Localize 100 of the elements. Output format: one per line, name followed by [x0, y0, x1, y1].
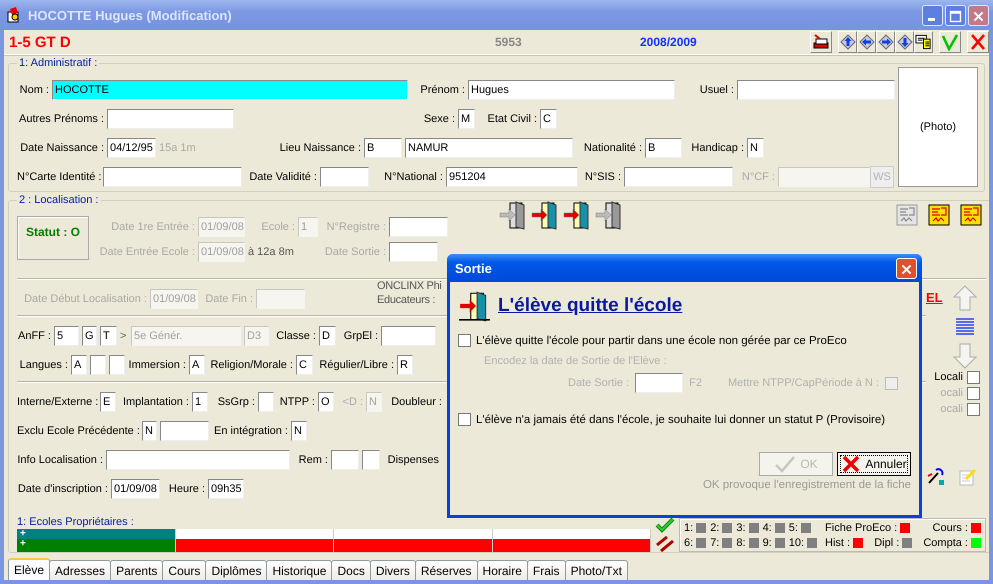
text-field[interactable]: E — [100, 392, 116, 412]
text-field[interactable]: 5 — [54, 326, 79, 346]
text-field[interactable]: D — [319, 326, 336, 346]
checkbox[interactable] — [967, 370, 980, 384]
text-field[interactable] — [109, 354, 125, 374]
text-field[interactable] — [331, 450, 359, 470]
owner-bar-cell: + — [17, 539, 176, 552]
report-button[interactable] — [928, 204, 950, 226]
text-field[interactable] — [389, 242, 438, 262]
maximize-button[interactable] — [945, 4, 966, 26]
text-field[interactable] — [362, 450, 380, 470]
text-field[interactable]: N — [747, 138, 764, 158]
indicator-label: Fiche ProEco : — [825, 522, 898, 534]
indicator-label: Cours : — [932, 522, 968, 534]
section-legend: 1: Administratif : — [17, 57, 100, 69]
text-field[interactable]: 951204 — [446, 166, 578, 186]
photo-label: (Photo) — [920, 121, 956, 133]
up-arrow-icon[interactable] — [952, 285, 978, 311]
text-field[interactable]: G — [82, 326, 97, 346]
text-field[interactable]: B — [645, 138, 682, 158]
text-field[interactable]: C — [296, 354, 313, 374]
slash-icon[interactable] — [655, 536, 675, 552]
tab[interactable]: Elève — [8, 558, 50, 580]
tab[interactable]: Réserves — [414, 560, 478, 580]
text-field[interactable]: C — [540, 108, 557, 128]
tab[interactable]: Frais — [526, 560, 566, 580]
down-arrow-icon[interactable] — [952, 343, 978, 369]
check-icon — [774, 455, 796, 473]
text-field[interactable]: R — [397, 354, 413, 374]
tab[interactable]: Horaire — [476, 560, 528, 580]
text-field[interactable]: 09h35 — [208, 478, 244, 498]
window-title: HOCOTTE Hugues (Modification) — [28, 8, 232, 22]
text-field[interactable]: HOCOTTE — [52, 80, 408, 100]
field-label: Lieu Naissance : — [278, 142, 362, 154]
text-field[interactable] — [320, 166, 369, 186]
text-field[interactable]: N — [291, 420, 307, 440]
arrow-button[interactable] — [857, 31, 876, 53]
text-field[interactable]: NAMUR — [405, 138, 573, 158]
tools-icon[interactable] — [926, 467, 946, 487]
text-field[interactable]: 01/09/08 — [111, 478, 160, 498]
text-field[interactable] — [624, 166, 733, 186]
text-field[interactable]: 04/12/95 — [107, 138, 156, 158]
text-field[interactable] — [389, 216, 448, 236]
tab[interactable]: Parents — [110, 560, 164, 580]
print-button[interactable] — [810, 31, 832, 53]
text-field[interactable]: 1 — [192, 392, 208, 412]
checkbox[interactable] — [458, 334, 471, 347]
text-field[interactable] — [90, 354, 106, 374]
prompt-text: Encodez la date de Sortie de l'Elève : — [484, 355, 668, 367]
list-lines-icon[interactable] — [955, 317, 975, 337]
tab[interactable]: Adresses — [49, 560, 112, 580]
text-field[interactable]: A — [189, 354, 205, 374]
text-field[interactable] — [737, 80, 895, 100]
field-label: Sexe : — [422, 112, 456, 124]
arrow-button[interactable] — [895, 31, 914, 53]
text-field[interactable] — [160, 420, 209, 440]
field-label: NTPP : — [278, 396, 316, 408]
cross-icon — [969, 33, 987, 51]
arrow-button[interactable] — [876, 31, 895, 53]
text-field[interactable]: M — [458, 108, 475, 128]
tab[interactable]: Historique — [266, 560, 332, 580]
date-field[interactable] — [635, 373, 684, 393]
text-field[interactable] — [381, 326, 436, 346]
text-field[interactable]: O — [318, 392, 334, 412]
indicator-label: 10: — [788, 537, 804, 549]
text-field[interactable]: A — [71, 354, 87, 374]
text-field[interactable]: N — [142, 420, 157, 440]
tab[interactable]: Photo/Txt — [564, 560, 628, 580]
field-label: Educateurs : — [377, 292, 436, 306]
checkbox[interactable] — [458, 413, 471, 426]
indicator-label: Hist : — [825, 537, 850, 549]
list-button[interactable] — [914, 31, 933, 53]
report-button[interactable] — [960, 204, 982, 226]
text-field[interactable] — [107, 108, 234, 128]
minimize-button[interactable] — [922, 4, 943, 26]
cancel-button[interactable] — [967, 31, 989, 53]
text-field[interactable] — [103, 166, 242, 186]
text-field[interactable] — [106, 450, 290, 470]
class-code: 1-5 GT D — [9, 34, 72, 50]
field-label: SsGrp : — [216, 396, 256, 408]
tab[interactable]: Docs — [331, 560, 371, 580]
option-label: L'élève n'a jamais été dans l'école, je souhaite lui donner un statut P (Provisoire) — [476, 414, 886, 426]
cancel-button[interactable]: Annuler — [837, 452, 911, 476]
edit-note-icon[interactable] — [958, 467, 978, 487]
tab[interactable]: Divers — [370, 560, 416, 580]
field-label: Info Localisation : — [17, 454, 104, 466]
tab[interactable]: Diplômes — [205, 560, 268, 580]
tab[interactable]: Cours — [162, 560, 206, 580]
field-label: N°SIS : — [584, 170, 622, 182]
arrow-button[interactable] — [838, 31, 857, 53]
confirm-button[interactable] — [939, 31, 961, 53]
text-field[interactable]: Hugues — [468, 80, 675, 100]
close-button[interactable] — [968, 4, 989, 26]
checkbox[interactable] — [885, 376, 898, 390]
field-label: Nom : — [18, 84, 50, 96]
text-field[interactable]: B — [364, 138, 402, 158]
field-label: N°Carte Identité : — [17, 170, 102, 182]
text-field[interactable] — [258, 392, 274, 412]
check-icon[interactable] — [655, 517, 675, 533]
text-field[interactable]: T — [100, 326, 117, 346]
